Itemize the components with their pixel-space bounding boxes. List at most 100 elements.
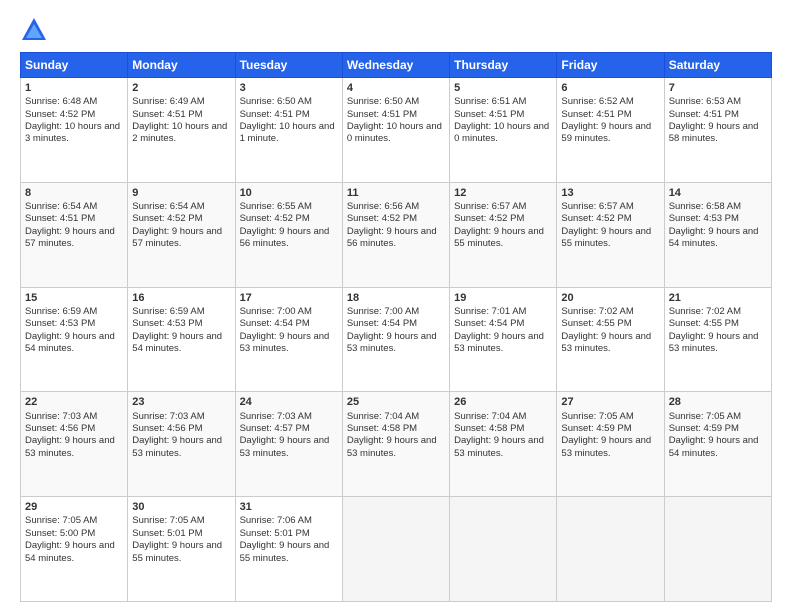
- calendar-week-row: 8Sunrise: 6:54 AMSunset: 4:51 PMDaylight…: [21, 182, 772, 287]
- day-number: 13: [561, 186, 659, 200]
- sunset-text: Sunset: 4:52 PM: [240, 213, 310, 224]
- calendar-cell: 22Sunrise: 7:03 AMSunset: 4:56 PMDayligh…: [21, 392, 128, 497]
- sunrise-text: Sunrise: 6:50 AM: [347, 96, 419, 107]
- calendar-header-row: SundayMondayTuesdayWednesdayThursdayFrid…: [21, 53, 772, 78]
- sunrise-text: Sunrise: 7:05 AM: [132, 515, 204, 526]
- sunrise-text: Sunrise: 6:57 AM: [561, 201, 633, 212]
- sunset-text: Sunset: 4:51 PM: [240, 109, 310, 120]
- sunset-text: Sunset: 4:51 PM: [669, 109, 739, 120]
- daylight-text: Daylight: 10 hours and 1 minute.: [240, 121, 335, 144]
- logo: [20, 16, 52, 44]
- daylight-text: Daylight: 9 hours and 53 minutes.: [454, 331, 544, 354]
- calendar-cell: 19Sunrise: 7:01 AMSunset: 4:54 PM Dayligh…: [450, 287, 557, 392]
- calendar-week-row: 15Sunrise: 6:59 AMSunset: 4:53 PMDayligh…: [21, 287, 772, 392]
- sunrise-text: Sunrise: 6:53 AM: [669, 96, 741, 107]
- daylight-text: Daylight: 9 hours and 55 minutes.: [454, 226, 544, 249]
- day-number: 26: [454, 395, 552, 409]
- sunrise-text: Sunrise: 6:58 AM: [669, 201, 741, 212]
- sunrise-text: Sunrise: 7:01 AM: [454, 306, 526, 317]
- sunset-text: Sunset: 4:59 PM: [669, 423, 739, 434]
- sunrise-text: Sunrise: 6:51 AM: [454, 96, 526, 107]
- calendar-cell: [450, 497, 557, 602]
- sunset-text: Sunset: 5:00 PM: [25, 528, 95, 539]
- sunrise-text: Sunrise: 7:02 AM: [669, 306, 741, 317]
- calendar-cell: 10Sunrise: 6:55 AMSunset: 4:52 PMDayligh…: [235, 182, 342, 287]
- sunset-text: Sunset: 4:53 PM: [25, 318, 95, 329]
- day-number: 30: [132, 500, 230, 514]
- daylight-text: Daylight: 9 hours and 54 minutes.: [669, 435, 759, 458]
- daylight-text: Daylight: 9 hours and 54 minutes.: [25, 540, 115, 563]
- calendar-cell: [664, 497, 771, 602]
- calendar-cell: [557, 497, 664, 602]
- day-number: 4: [347, 81, 445, 95]
- day-number: 7: [669, 81, 767, 95]
- sunrise-text: Sunrise: 7:00 AM: [347, 306, 419, 317]
- sunset-text: Sunset: 4:56 PM: [132, 423, 202, 434]
- calendar-cell: 30Sunrise: 7:05 AMSunset: 5:01 PMDayligh…: [128, 497, 235, 602]
- daylight-text: Daylight: 9 hours and 55 minutes.: [561, 226, 651, 249]
- sunrise-text: Sunrise: 7:06 AM: [240, 515, 312, 526]
- sunset-text: Sunset: 4:52 PM: [132, 213, 202, 224]
- sunset-text: Sunset: 4:55 PM: [669, 318, 739, 329]
- daylight-text: Daylight: 9 hours and 53 minutes.: [347, 331, 437, 354]
- day-number: 22: [25, 395, 123, 409]
- daylight-text: Daylight: 9 hours and 53 minutes.: [240, 331, 330, 354]
- sunset-text: Sunset: 4:58 PM: [347, 423, 417, 434]
- logo-icon: [20, 16, 48, 44]
- day-number: 3: [240, 81, 338, 95]
- day-number: 6: [561, 81, 659, 95]
- daylight-text: Daylight: 9 hours and 53 minutes.: [25, 435, 115, 458]
- calendar-cell: 15Sunrise: 6:59 AMSunset: 4:53 PMDayligh…: [21, 287, 128, 392]
- sunrise-text: Sunrise: 7:05 AM: [25, 515, 97, 526]
- calendar-header-thursday: Thursday: [450, 53, 557, 78]
- day-number: 16: [132, 291, 230, 305]
- sunset-text: Sunset: 4:51 PM: [347, 109, 417, 120]
- calendar-cell: [342, 497, 449, 602]
- day-number: 5: [454, 81, 552, 95]
- sunset-text: Sunset: 4:53 PM: [132, 318, 202, 329]
- calendar-cell: 27Sunrise: 7:05 AMSunset: 4:59 PMDayligh…: [557, 392, 664, 497]
- sunrise-text: Sunrise: 7:05 AM: [561, 411, 633, 422]
- sunrise-text: Sunrise: 6:55 AM: [240, 201, 312, 212]
- daylight-text: Daylight: 9 hours and 53 minutes.: [561, 331, 651, 354]
- sunset-text: Sunset: 4:51 PM: [25, 213, 95, 224]
- sunset-text: Sunset: 5:01 PM: [240, 528, 310, 539]
- day-number: 14: [669, 186, 767, 200]
- daylight-text: Daylight: 9 hours and 57 minutes.: [25, 226, 115, 249]
- daylight-text: Daylight: 9 hours and 56 minutes.: [240, 226, 330, 249]
- sunrise-text: Sunrise: 6:57 AM: [454, 201, 526, 212]
- day-number: 19: [454, 291, 552, 305]
- daylight-text: Daylight: 9 hours and 57 minutes.: [132, 226, 222, 249]
- calendar-header-friday: Friday: [557, 53, 664, 78]
- calendar-cell: 6Sunrise: 6:52 AMSunset: 4:51 PMDaylight…: [557, 78, 664, 183]
- day-number: 9: [132, 186, 230, 200]
- sunrise-text: Sunrise: 6:54 AM: [25, 201, 97, 212]
- calendar-cell: 1Sunrise: 6:48 AMSunset: 4:52 PMDaylight…: [21, 78, 128, 183]
- sunrise-text: Sunrise: 7:03 AM: [240, 411, 312, 422]
- calendar-cell: 11Sunrise: 6:56 AMSunset: 4:52 PMDayligh…: [342, 182, 449, 287]
- sunrise-text: Sunrise: 6:54 AM: [132, 201, 204, 212]
- calendar-cell: 17Sunrise: 7:00 AMSunset: 4:54 PMDayligh…: [235, 287, 342, 392]
- sunset-text: Sunset: 4:54 PM: [347, 318, 417, 329]
- sunrise-text: Sunrise: 7:00 AM: [240, 306, 312, 317]
- calendar-cell: 12Sunrise: 6:57 AMSunset: 4:52 PMDayligh…: [450, 182, 557, 287]
- calendar-header-saturday: Saturday: [664, 53, 771, 78]
- sunset-text: Sunset: 4:55 PM: [561, 318, 631, 329]
- day-number: 12: [454, 186, 552, 200]
- daylight-text: Daylight: 10 hours and 0 minutes.: [454, 121, 549, 144]
- day-number: 23: [132, 395, 230, 409]
- sunset-text: Sunset: 4:52 PM: [347, 213, 417, 224]
- calendar-week-row: 1Sunrise: 6:48 AMSunset: 4:52 PMDaylight…: [21, 78, 772, 183]
- daylight-text: Daylight: 9 hours and 53 minutes.: [132, 435, 222, 458]
- sunset-text: Sunset: 4:54 PM: [454, 318, 524, 329]
- calendar-cell: 16Sunrise: 6:59 AMSunset: 4:53 PMDayligh…: [128, 287, 235, 392]
- calendar-cell: 25Sunrise: 7:04 AMSunset: 4:58 PMDayligh…: [342, 392, 449, 497]
- daylight-text: Daylight: 10 hours and 3 minutes.: [25, 121, 120, 144]
- calendar-cell: 4Sunrise: 6:50 AMSunset: 4:51 PMDaylight…: [342, 78, 449, 183]
- calendar-header-wednesday: Wednesday: [342, 53, 449, 78]
- day-number: 1: [25, 81, 123, 95]
- sunset-text: Sunset: 4:54 PM: [240, 318, 310, 329]
- sunrise-text: Sunrise: 7:03 AM: [132, 411, 204, 422]
- day-number: 28: [669, 395, 767, 409]
- daylight-text: Daylight: 9 hours and 53 minutes.: [240, 435, 330, 458]
